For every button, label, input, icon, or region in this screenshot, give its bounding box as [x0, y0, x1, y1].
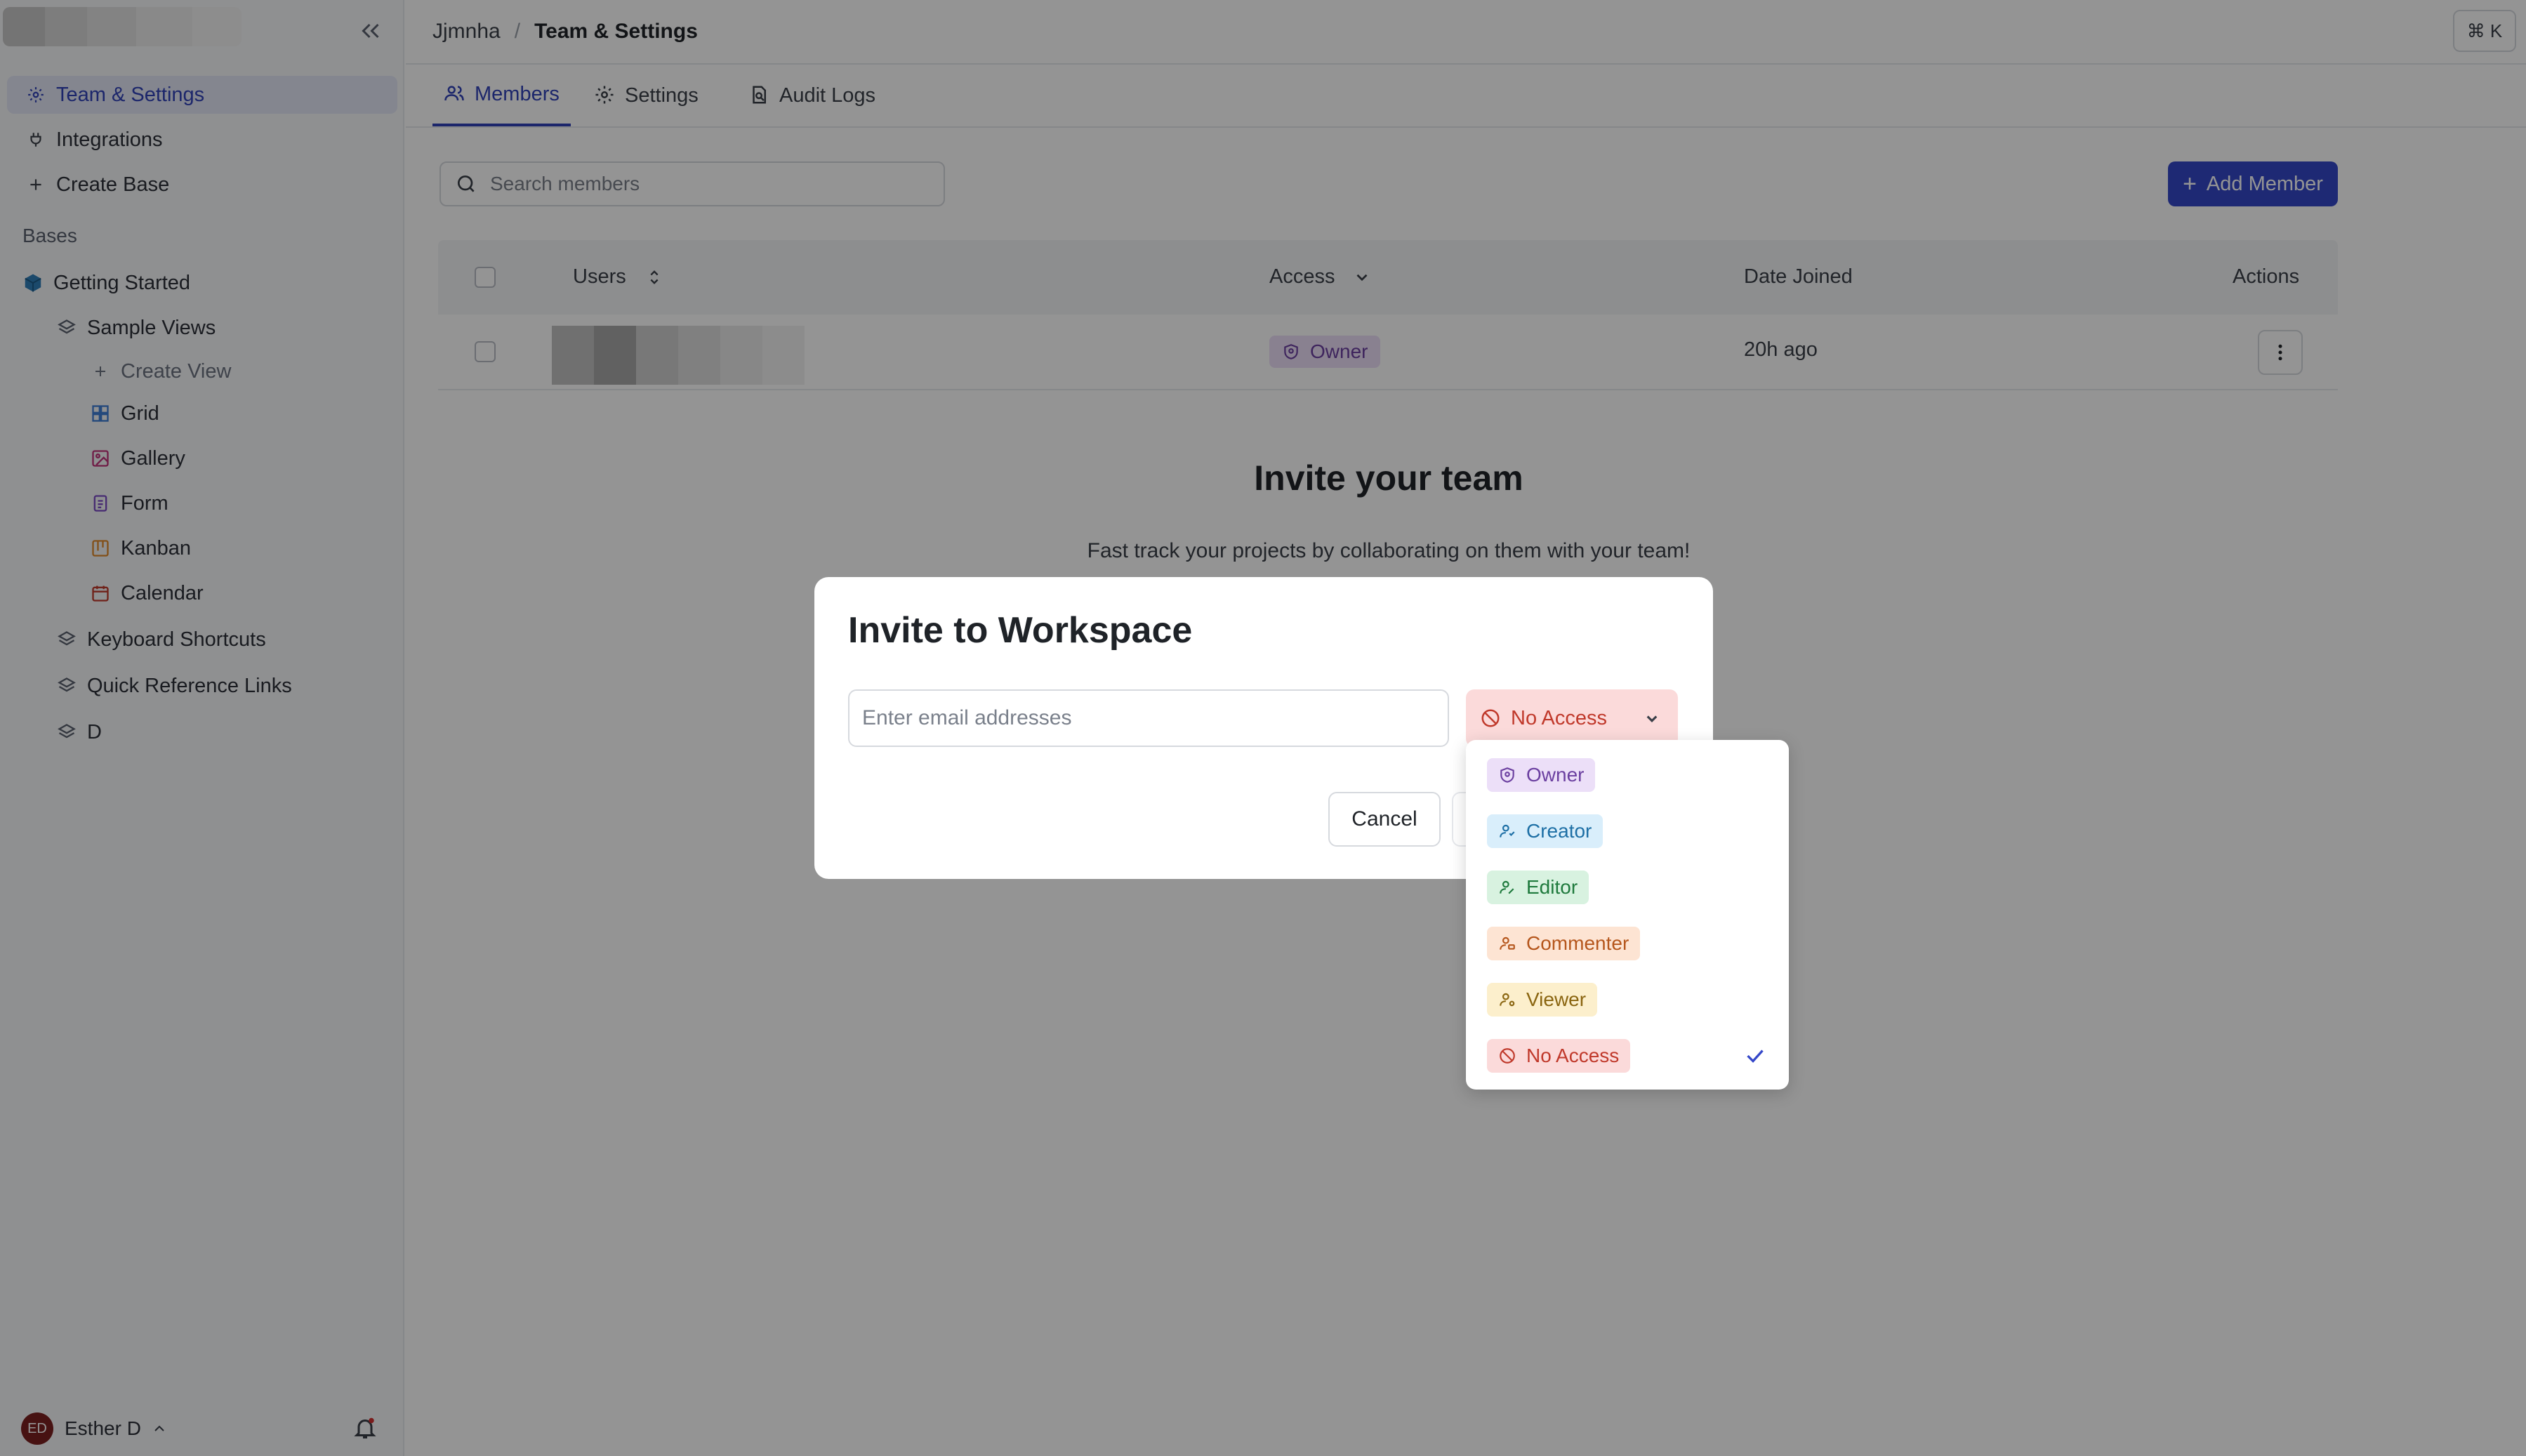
option-label: Owner [1526, 764, 1585, 786]
modal-title: Invite to Workspace [848, 610, 1193, 651]
email-placeholder: Enter email addresses [862, 706, 1072, 729]
option-label: No Access [1526, 1045, 1620, 1066]
user-eye-icon [1498, 991, 1516, 1009]
chevron-down-icon [1641, 708, 1662, 729]
app-root: Team & Settings Integrations Create Base… [0, 0, 2526, 1456]
access-pill: Owner [1487, 758, 1596, 792]
access-pill: Viewer [1487, 983, 1598, 1017]
user-plus-icon [1498, 822, 1516, 840]
option-label: Creator [1526, 820, 1592, 842]
access-pill: Creator [1487, 814, 1603, 848]
access-pill: No Access [1487, 1039, 1631, 1073]
access-dropdown: Owner Creator Editor Commenter Viewer No… [1466, 740, 1789, 1090]
no-access-icon [1498, 1047, 1516, 1065]
access-option-no-access[interactable]: No Access [1487, 1038, 1631, 1074]
access-option-owner[interactable]: Owner [1487, 757, 1596, 793]
access-option-viewer[interactable]: Viewer [1487, 981, 1598, 1018]
check-icon [1743, 1043, 1768, 1068]
access-option-commenter[interactable]: Commenter [1487, 925, 1641, 962]
option-label: Commenter [1526, 932, 1629, 954]
selected-access-label: No Access [1511, 706, 1607, 729]
cancel-button[interactable]: Cancel [1328, 792, 1441, 847]
email-input[interactable]: Enter email addresses [848, 689, 1449, 747]
user-comment-icon [1498, 934, 1516, 953]
no-access-icon [1480, 708, 1501, 729]
access-pill: Editor [1487, 871, 1589, 904]
user-edit-icon [1498, 878, 1516, 896]
access-option-editor[interactable]: Editor [1487, 869, 1589, 906]
access-select[interactable]: No Access [1466, 689, 1678, 747]
option-label: Editor [1526, 876, 1578, 898]
access-pill: Commenter [1487, 927, 1641, 960]
access-option-creator[interactable]: Creator [1487, 813, 1603, 849]
shield-icon [1498, 766, 1516, 784]
option-label: Viewer [1526, 988, 1587, 1010]
